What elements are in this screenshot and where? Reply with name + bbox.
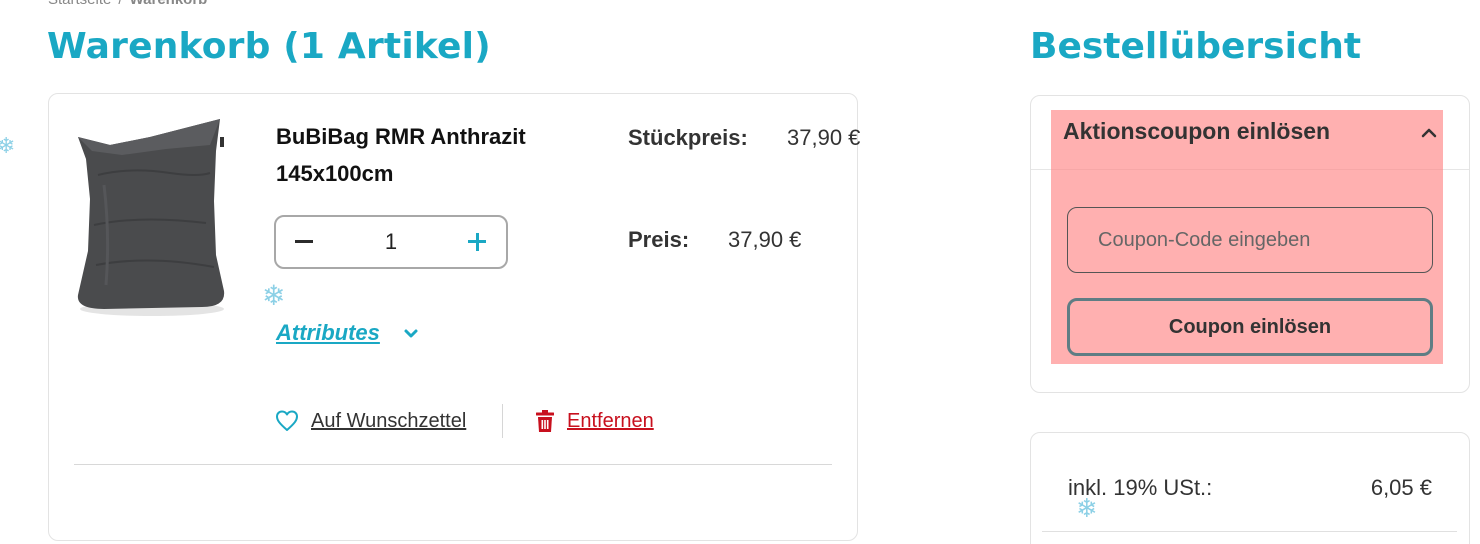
heart-icon — [276, 410, 298, 431]
tax-value: 6,05 € — [1370, 475, 1432, 500]
totals-divider — [1042, 531, 1457, 532]
coupon-accordion-title[interactable]: Aktionscoupon einlösen — [1063, 118, 1330, 145]
breadcrumb-separator: / — [118, 0, 122, 8]
unit-price-value: 37,90 € — [787, 125, 861, 150]
product-name[interactable]: BuBiBag RMR Anthrazit 145x100cm — [276, 118, 596, 192]
remove-item-button[interactable]: Entfernen — [535, 406, 654, 436]
quantity-stepper: 1 — [274, 215, 508, 269]
page-title: Warenkorb (1 Artikel) — [47, 26, 491, 67]
breadcrumb: Startseite / Warenkorb — [48, 0, 207, 8]
cart-divider — [74, 464, 832, 465]
trash-icon — [536, 410, 554, 432]
chevron-down-icon[interactable] — [403, 326, 419, 342]
wishlist-label[interactable]: Auf Wunschzettel — [311, 410, 466, 433]
price-value: 37,90 € — [728, 227, 802, 252]
product-image[interactable] — [70, 115, 230, 320]
snowflake-icon: ❄ — [1076, 494, 1098, 524]
order-summary-title: Bestellübersicht — [1030, 26, 1362, 67]
attributes-toggle[interactable]: Attributes — [276, 320, 380, 346]
coupon-code-input[interactable] — [1067, 207, 1433, 273]
snowflake-icon: ❄ — [0, 134, 16, 159]
unit-price-label: Stückpreis: — [628, 125, 748, 150]
decrease-quantity-button[interactable] — [292, 229, 318, 255]
wishlist-button[interactable]: Auf Wunschzettel — [275, 406, 466, 436]
increase-quantity-button[interactable] — [464, 229, 490, 255]
breadcrumb-current: Warenkorb — [130, 0, 208, 8]
quantity-value[interactable]: 1 — [356, 229, 426, 255]
redeem-coupon-button[interactable]: Coupon einlösen — [1067, 298, 1433, 356]
remove-label[interactable]: Entfernen — [567, 410, 654, 433]
breadcrumb-home-link[interactable]: Startseite — [48, 0, 111, 8]
chevron-up-icon[interactable] — [1420, 124, 1438, 142]
price-label: Preis: — [628, 227, 690, 252]
action-divider — [502, 404, 503, 438]
snowflake-icon: ❄ — [262, 279, 286, 312]
